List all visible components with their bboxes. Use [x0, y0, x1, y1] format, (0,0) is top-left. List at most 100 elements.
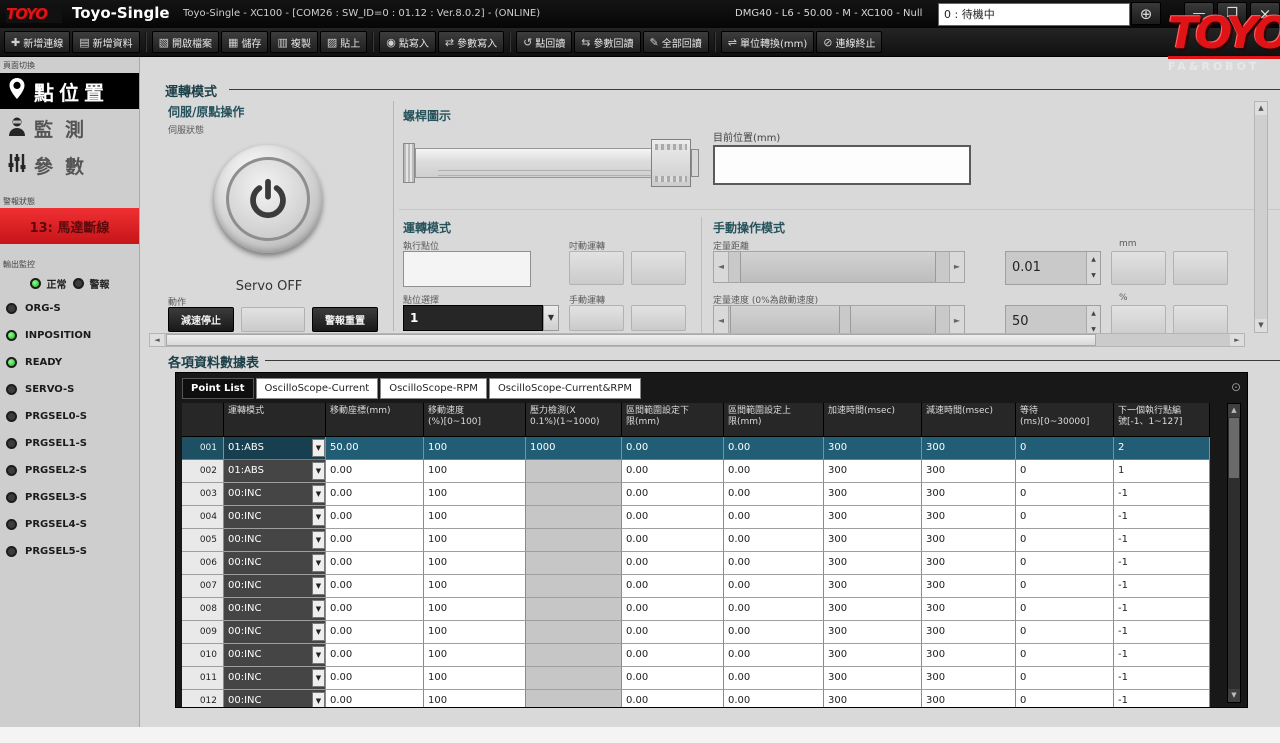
cell-wait[interactable]: 0 — [1016, 621, 1114, 644]
cell-upper[interactable]: 0.00 — [724, 690, 824, 708]
cell-lower[interactable]: 0.00 — [622, 483, 724, 506]
table-row[interactable]: 00400:INC▼0.001000.000.003003000-1 — [182, 506, 1224, 529]
chevron-down-icon[interactable]: ▼ — [312, 600, 325, 618]
exec-point-field[interactable] — [403, 251, 531, 287]
cell-accel[interactable]: 300 — [824, 552, 922, 575]
alarm-banner[interactable]: 13: 馬達斷線 — [0, 208, 139, 244]
cell-wait[interactable]: 0 — [1016, 437, 1114, 460]
cell-coord[interactable]: 0.00 — [326, 552, 424, 575]
row-number-cell[interactable]: 005 — [182, 529, 224, 552]
cell-next[interactable]: -1 — [1114, 575, 1210, 598]
cell-accel[interactable]: 300 — [824, 621, 922, 644]
sidebar-item-monitor[interactable]: 監測 — [0, 110, 139, 146]
cell-coord[interactable]: 0.00 — [326, 575, 424, 598]
cell-coord[interactable]: 0.00 — [326, 483, 424, 506]
row-number-cell[interactable]: 006 — [182, 552, 224, 575]
cell-accel[interactable]: 300 — [824, 437, 922, 460]
cell-decel[interactable]: 300 — [922, 552, 1016, 575]
tab-oscilloscope-rpm[interactable]: OscilloScope-RPM — [380, 378, 487, 399]
cell-upper[interactable]: 0.00 — [724, 644, 824, 667]
mode-dropdown-cell[interactable]: 00:INC▼ — [224, 483, 326, 506]
toolbar-button-point-write[interactable]: ◉點寫入 — [379, 31, 436, 53]
cell-next[interactable]: -1 — [1114, 644, 1210, 667]
tab-options-icon[interactable]: ⊙ — [1231, 380, 1241, 394]
table-row[interactable]: 00500:INC▼0.001000.000.003003000-1 — [182, 529, 1224, 552]
cell-accel[interactable]: 300 — [824, 690, 922, 708]
cell-lower[interactable]: 0.00 — [622, 598, 724, 621]
mode-dropdown-cell[interactable]: 00:INC▼ — [224, 690, 326, 708]
cell-coord[interactable]: 0.00 — [326, 667, 424, 690]
cell-wait[interactable]: 0 — [1016, 460, 1114, 483]
toolbar-button-disconnect[interactable]: ⊘連線終止 — [816, 31, 882, 53]
speed-value[interactable]: 50 — [1012, 314, 1029, 329]
point-select-dropdown[interactable]: 1 — [403, 305, 543, 331]
slider-right-arrow-icon[interactable]: ► — [949, 252, 964, 282]
cell-upper[interactable]: 0.00 — [724, 667, 824, 690]
chevron-down-icon[interactable]: ▼ — [312, 669, 325, 687]
cell-lower[interactable]: 0.00 — [622, 690, 724, 708]
cell-decel[interactable]: 300 — [922, 506, 1016, 529]
cell-speed[interactable]: 100 — [424, 598, 526, 621]
row-number-cell[interactable]: 007 — [182, 575, 224, 598]
chevron-down-icon[interactable]: ▼ — [312, 531, 325, 549]
toolbar-button-point-readback[interactable]: ↺點回讀 — [516, 31, 572, 53]
cell-wait[interactable]: 0 — [1016, 529, 1114, 552]
table-row[interactable]: 00800:INC▼0.001000.000.003003000-1 — [182, 598, 1224, 621]
cell-speed[interactable]: 100 — [424, 460, 526, 483]
cell-speed[interactable]: 100 — [424, 483, 526, 506]
table-row[interactable]: 00700:INC▼0.001000.000.003003000-1 — [182, 575, 1224, 598]
scroll-right-icon[interactable]: ► — [1230, 334, 1244, 346]
cell-next[interactable]: -1 — [1114, 506, 1210, 529]
mode-dropdown-cell[interactable]: 00:INC▼ — [224, 506, 326, 529]
panel-horizontal-scrollbar[interactable]: ◄ ► — [149, 333, 1245, 347]
cell-next[interactable]: 2 — [1114, 437, 1210, 460]
table-row[interactable]: 01000:INC▼0.001000.000.003003000-1 — [182, 644, 1224, 667]
scroll-up-icon[interactable]: ▲ — [1255, 102, 1267, 115]
chevron-down-icon[interactable]: ▼ — [543, 305, 559, 331]
cell-upper[interactable]: 0.00 — [724, 483, 824, 506]
machine-status-box[interactable]: 0 : 待機中 — [938, 3, 1130, 26]
cell-wait[interactable]: 0 — [1016, 667, 1114, 690]
cell-speed[interactable]: 100 — [424, 506, 526, 529]
cell-decel[interactable]: 300 — [922, 483, 1016, 506]
cell-decel[interactable]: 300 — [922, 667, 1016, 690]
toolbar-button-new-connection[interactable]: ✚新增連線 — [4, 31, 70, 53]
table-row[interactable]: 00201:ABS▼0.001000.000.0030030001 — [182, 460, 1224, 483]
cell-decel[interactable]: 300 — [922, 460, 1016, 483]
spin-up-icon[interactable]: ▲ — [1087, 252, 1100, 268]
cell-upper[interactable]: 0.00 — [724, 621, 824, 644]
distance-spinner[interactable]: 0.01 ▲▼ — [1005, 251, 1101, 285]
mode-dropdown-cell[interactable]: 00:INC▼ — [224, 552, 326, 575]
scroll-left-icon[interactable]: ◄ — [150, 334, 164, 346]
mode-dropdown-cell[interactable]: 00:INC▼ — [224, 575, 326, 598]
mode-dropdown-cell[interactable]: 00:INC▼ — [224, 667, 326, 690]
slider-thumb[interactable] — [730, 306, 840, 336]
mode-dropdown-cell[interactable]: 01:ABS▼ — [224, 460, 326, 483]
slider-left-arrow-icon[interactable]: ◄ — [714, 306, 729, 336]
cell-wait[interactable]: 0 — [1016, 506, 1114, 529]
cell-decel[interactable]: 300 — [922, 529, 1016, 552]
distance-slider[interactable]: ◄ ► — [713, 251, 965, 283]
distance-value[interactable]: 0.01 — [1012, 260, 1041, 275]
toolbar-button-paste[interactable]: ▨貼上 — [320, 31, 367, 53]
chevron-down-icon[interactable]: ▼ — [312, 554, 325, 572]
toolbar-button-new-data[interactable]: ▤新增資料 — [72, 31, 139, 53]
mode-dropdown-cell[interactable]: 01:ABS▼ — [224, 437, 326, 460]
cell-upper[interactable]: 0.00 — [724, 552, 824, 575]
cell-upper[interactable]: 0.00 — [724, 529, 824, 552]
row-number-cell[interactable]: 004 — [182, 506, 224, 529]
mode-dropdown-cell[interactable]: 00:INC▼ — [224, 644, 326, 667]
toolbar-button-save[interactable]: ▦儲存 — [221, 31, 268, 53]
servo-power-button[interactable] — [214, 145, 322, 253]
cell-coord[interactable]: 0.00 — [326, 529, 424, 552]
table-vertical-scrollbar[interactable]: ▲ ▼ — [1227, 403, 1241, 703]
row-number-cell[interactable]: 002 — [182, 460, 224, 483]
cell-accel[interactable]: 300 — [824, 529, 922, 552]
cell-coord[interactable]: 50.00 — [326, 437, 424, 460]
cell-upper[interactable]: 0.00 — [724, 506, 824, 529]
cell-accel[interactable]: 300 — [824, 460, 922, 483]
cell-next[interactable]: -1 — [1114, 529, 1210, 552]
scroll-thumb[interactable] — [1229, 418, 1239, 478]
cell-upper[interactable]: 0.00 — [724, 575, 824, 598]
toolbar-button-open-file[interactable]: ▧開啟檔案 — [152, 31, 219, 53]
